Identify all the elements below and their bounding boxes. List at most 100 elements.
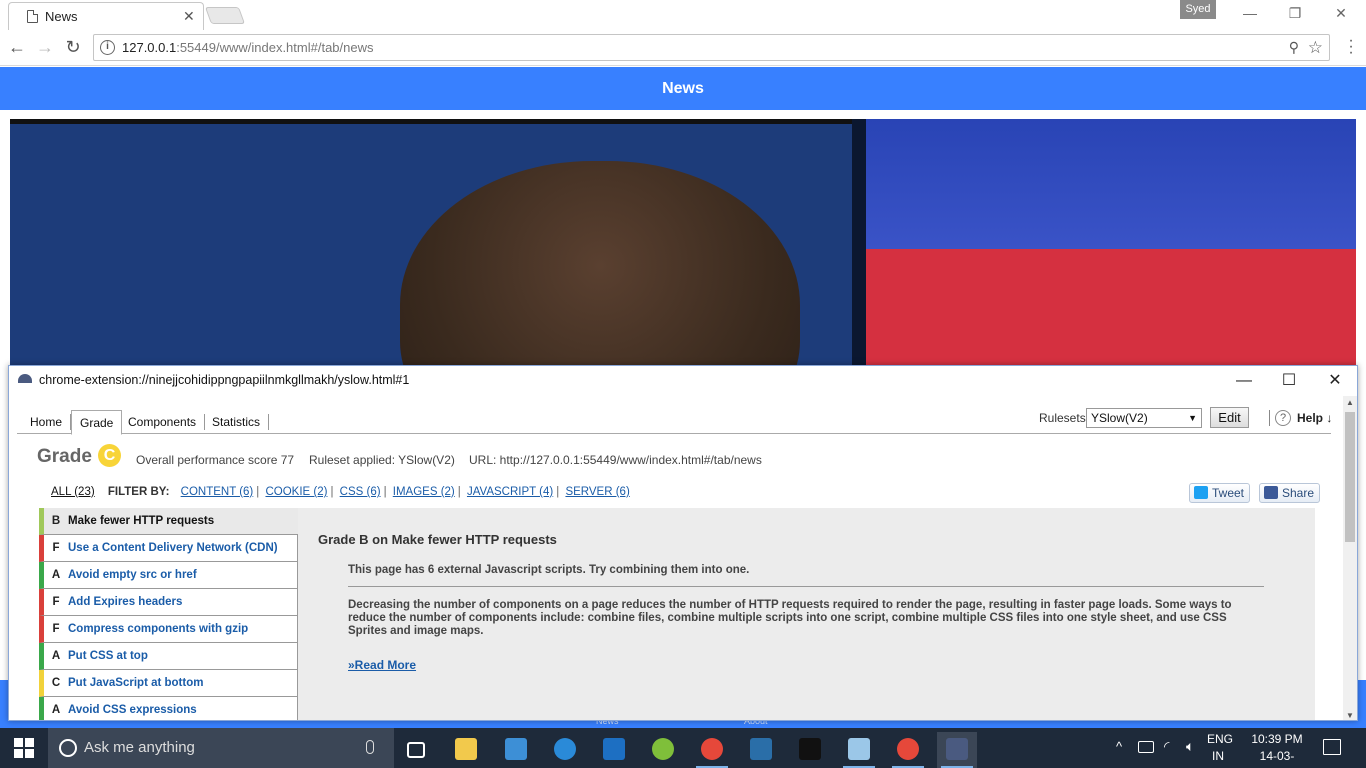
windows-start-icon[interactable] xyxy=(14,738,34,758)
app-glyph xyxy=(848,738,870,760)
yslow-close-button[interactable]: ✕ xyxy=(1315,370,1355,392)
browser-menu-icon[interactable]: · · · xyxy=(1346,33,1356,61)
notepad-icon[interactable] xyxy=(839,732,879,768)
app-glyph xyxy=(652,738,674,760)
filter-javascript[interactable]: JAVASCRIPT (4) xyxy=(467,486,553,498)
file-explorer-icon[interactable] xyxy=(446,732,486,768)
close-window-button[interactable]: ✕ xyxy=(1318,4,1364,24)
task-view-icon[interactable] xyxy=(396,732,436,768)
back-icon[interactable]: ← xyxy=(6,36,28,58)
site-info-icon[interactable]: i xyxy=(100,40,115,55)
rule-grade: F xyxy=(52,542,60,554)
address-bar[interactable]: i 127.0.0.1:55449/www/index.html#/tab/ne… xyxy=(93,34,1330,61)
clock[interactable]: 10:39 PM 14-03-2017 xyxy=(1247,731,1307,768)
ruleset-dropdown[interactable]: YSlow(V2) ▼ xyxy=(1086,408,1202,428)
rule-finding: This page has 6 external Javascript scri… xyxy=(348,564,750,576)
android-studio-icon[interactable] xyxy=(643,732,683,768)
tab-home[interactable]: Home xyxy=(22,414,72,430)
rule-list: B Make fewer HTTP requests F Use a Content … xyxy=(39,508,298,720)
cmd-icon[interactable] xyxy=(790,732,830,768)
share-button[interactable]: Share xyxy=(1259,483,1321,503)
battery-icon[interactable] xyxy=(1138,741,1154,753)
filter-server[interactable]: SERVER (6) xyxy=(565,486,629,498)
rule-item[interactable]: A Avoid CSS expressions xyxy=(39,697,298,720)
pin-icon[interactable]: ⚲ xyxy=(1289,39,1299,56)
scroll-up-icon[interactable]: ▲ xyxy=(1346,398,1354,407)
notifications-icon[interactable] xyxy=(1323,739,1341,755)
yslow-content: Home Grade Components Statistics Ruleset… xyxy=(17,396,1341,720)
new-tab-button[interactable] xyxy=(204,7,246,24)
volume-icon[interactable]: 🔈︎ xyxy=(1186,738,1194,755)
app-glyph xyxy=(701,738,723,760)
network-icon[interactable]: ◜ xyxy=(1164,738,1169,755)
rule-item[interactable]: F Compress components with gzip xyxy=(39,616,298,643)
overall-grade-badge: C xyxy=(98,444,121,467)
tweet-button[interactable]: Tweet xyxy=(1189,483,1251,503)
ruleset-applied: Ruleset applied: YSlow(V2) xyxy=(309,453,455,467)
tray-chevron-icon[interactable]: ^ xyxy=(1116,739,1122,754)
rule-name: Avoid empty src or href xyxy=(68,569,197,581)
chrome-icon[interactable] xyxy=(692,732,732,768)
app-glyph xyxy=(505,738,527,760)
profile-name-badge[interactable]: Syed xyxy=(1180,0,1216,19)
bookmark-star-icon[interactable]: ☆ xyxy=(1308,38,1323,58)
tab-title: News xyxy=(45,9,78,24)
app-glyph xyxy=(407,742,425,758)
twitter-icon xyxy=(1194,486,1208,499)
help-link[interactable]: Help ↓ xyxy=(1297,411,1332,425)
brackets-icon[interactable] xyxy=(741,732,781,768)
facebook-icon xyxy=(1264,486,1278,499)
scroll-thumb[interactable] xyxy=(1345,412,1355,542)
rule-item[interactable]: C Put JavaScript at bottom xyxy=(39,670,298,697)
filter-images[interactable]: IMAGES (2) xyxy=(393,486,455,498)
edge-icon[interactable] xyxy=(545,732,585,768)
microphone-icon[interactable] xyxy=(366,740,374,754)
tab-close-icon[interactable]: ✕ xyxy=(183,8,195,25)
app-glyph xyxy=(897,738,919,760)
filter-cookie[interactable]: COOKIE (2) xyxy=(265,486,327,498)
filter-all[interactable]: ALL (23) xyxy=(51,486,95,498)
tab-statistics[interactable]: Statistics xyxy=(204,414,270,430)
rule-item[interactable]: A Put CSS at top xyxy=(39,643,298,670)
tab-news[interactable]: News ✕ xyxy=(8,2,204,30)
outlook-icon[interactable] xyxy=(594,732,634,768)
tab-components[interactable]: Components xyxy=(120,414,206,430)
url-text: 127.0.0.1:55449/www/index.html#/tab/news xyxy=(122,40,374,55)
filter-css[interactable]: CSS (6) xyxy=(340,486,381,498)
filter-content[interactable]: CONTENT (6) xyxy=(181,486,254,498)
tab-grade[interactable]: Grade xyxy=(71,410,123,435)
edit-ruleset-button[interactable]: Edit xyxy=(1210,407,1249,428)
divider xyxy=(1269,410,1270,426)
help-icon[interactable]: ? xyxy=(1275,410,1291,426)
windows-taskbar: Ask me anything ^ ◜ 🔈︎ ENG IN 10:39 PM 1… xyxy=(0,728,1366,768)
rule-item[interactable]: A Avoid empty src or href xyxy=(39,562,298,589)
yslow-maximize-button[interactable]: ☐ xyxy=(1269,370,1309,392)
chrome-icon[interactable] xyxy=(888,732,928,768)
rulesets-label: Rulesets xyxy=(1039,411,1086,425)
yslow-scrollbar[interactable]: ▲ ▼ xyxy=(1343,396,1357,720)
scroll-down-icon[interactable]: ▼ xyxy=(1346,711,1354,720)
divider xyxy=(348,586,1264,587)
rule-item[interactable]: F Add Expires headers xyxy=(39,589,298,616)
rule-grade: B xyxy=(51,515,61,527)
cortana-search-box[interactable]: Ask me anything xyxy=(48,728,394,768)
yslow-icon xyxy=(18,374,32,383)
read-more-link[interactable]: »Read More xyxy=(348,658,416,672)
reload-icon[interactable]: ↻ xyxy=(62,36,84,58)
yslow-minimize-button[interactable]: — xyxy=(1224,370,1264,392)
language-indicator[interactable]: ENG IN xyxy=(1207,731,1243,765)
forward-icon[interactable]: → xyxy=(34,36,56,58)
rule-detail-panel: Grade B on Make fewer HTTP requests This… xyxy=(298,508,1315,720)
app-glyph xyxy=(603,738,625,760)
browser-tab-strip: News ✕ Syed — ❐ ✕ xyxy=(0,0,1366,30)
rule-name: Add Expires headers xyxy=(68,596,183,608)
minimize-button[interactable]: — xyxy=(1227,4,1273,24)
store-icon[interactable] xyxy=(496,732,536,768)
rule-grade: C xyxy=(51,677,61,689)
rule-item[interactable]: F Use a Content Delivery Network (CDN) xyxy=(39,535,298,562)
browser-toolbar: ← → ↻ i 127.0.0.1:55449/www/index.html#/… xyxy=(0,30,1366,66)
yslow-icon[interactable] xyxy=(937,732,977,768)
app-glyph xyxy=(799,738,821,760)
restore-button[interactable]: ❐ xyxy=(1272,4,1318,24)
rule-item[interactable]: B Make fewer HTTP requests xyxy=(39,508,298,535)
